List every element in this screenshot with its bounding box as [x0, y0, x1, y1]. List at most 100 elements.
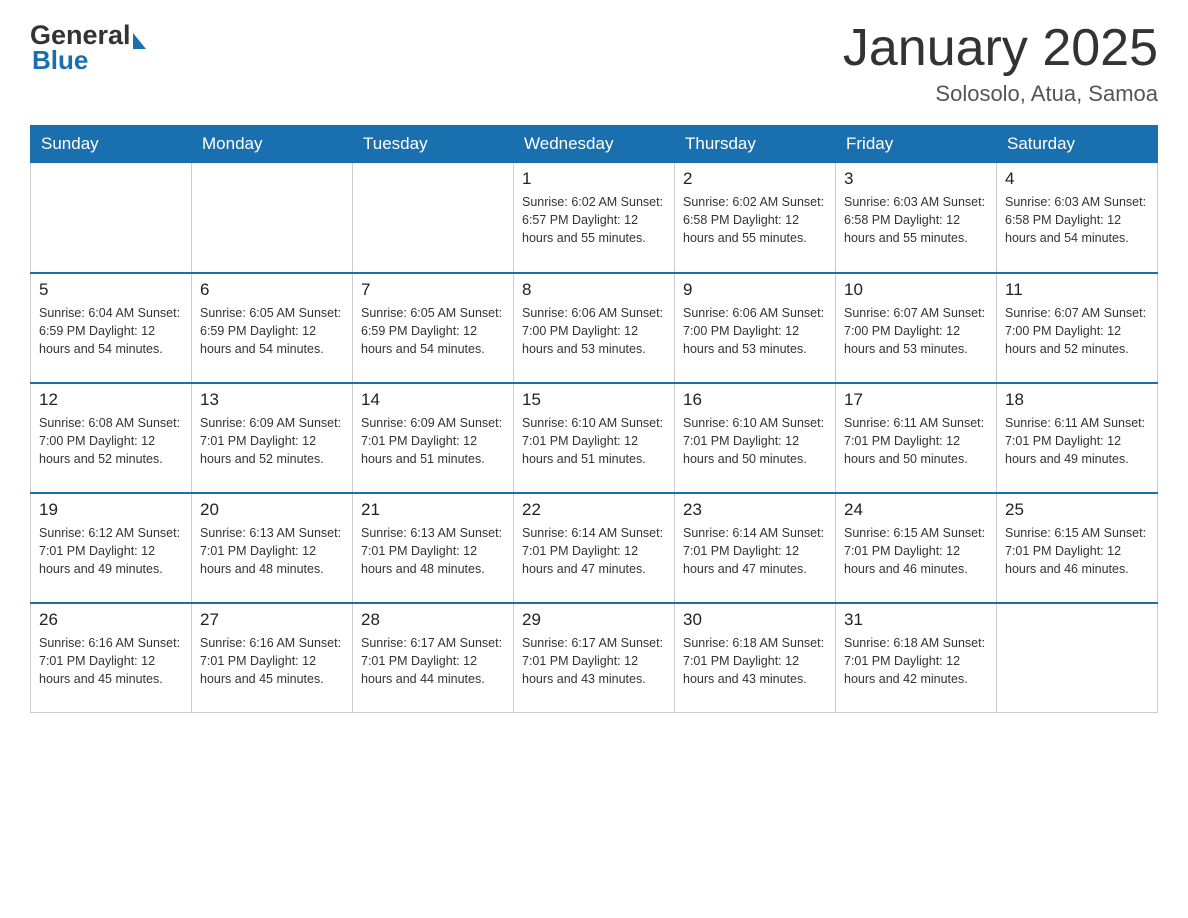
calendar-cell: 14Sunrise: 6:09 AM Sunset: 7:01 PM Dayli… [353, 383, 514, 493]
day-number: 1 [522, 169, 666, 189]
calendar-header-tuesday: Tuesday [353, 126, 514, 163]
calendar-header-wednesday: Wednesday [514, 126, 675, 163]
day-number: 12 [39, 390, 183, 410]
calendar-cell: 21 Sunrise: 6:13 AM Sunset: 7:01 PM Dayli… [353, 493, 514, 603]
calendar-cell: 5Sunrise: 6:04 AM Sunset: 6:59 PM Daylig… [31, 273, 192, 383]
calendar-week-row: 1Sunrise: 6:02 AM Sunset: 6:57 PM Daylig… [31, 163, 1158, 273]
day-number: 13 [200, 390, 344, 410]
day-info: Sunrise: 6:06 AM Sunset: 7:00 PM Dayligh… [683, 304, 827, 358]
calendar-cell: 24 Sunrise: 6:15 AM Sunset: 7:01 PM Dayli… [836, 493, 997, 603]
day-number: 14 [361, 390, 505, 410]
calendar-week-row: 5Sunrise: 6:04 AM Sunset: 6:59 PM Daylig… [31, 273, 1158, 383]
day-number: 21 [361, 500, 505, 520]
day-number: 8 [522, 280, 666, 300]
day-number: 10 [844, 280, 988, 300]
day-info: Sunrise: 6:12 AM Sunset: 7:01 PM Dayligh… [39, 524, 183, 578]
day-number: 9 [683, 280, 827, 300]
calendar-cell: 29 Sunrise: 6:17 AM Sunset: 7:01 PM Dayli… [514, 603, 675, 713]
day-number: 2 [683, 169, 827, 189]
day-info: Sunrise: 6:03 AM Sunset: 6:58 PM Dayligh… [844, 193, 988, 247]
calendar-week-row: 26 Sunrise: 6:16 AM Sunset: 7:01 PM Dayli… [31, 603, 1158, 713]
calendar-cell: 8 Sunrise: 6:06 AM Sunset: 7:00 PM Daylig… [514, 273, 675, 383]
day-info: Sunrise: 6:14 AM Sunset: 7:01 PM Dayligh… [683, 524, 827, 578]
calendar-cell [31, 163, 192, 273]
calendar-cell: 9 Sunrise: 6:06 AM Sunset: 7:00 PM Daylig… [675, 273, 836, 383]
day-number: 26 [39, 610, 183, 630]
month-title: January 2025 [843, 20, 1158, 77]
day-number: 6 [200, 280, 344, 300]
day-info: Sunrise: 6:10 AM Sunset: 7:01 PM Dayligh… [683, 414, 827, 468]
day-info: Sunrise: 6:18 AM Sunset: 7:01 PM Dayligh… [683, 634, 827, 688]
calendar-cell: 25 Sunrise: 6:15 AM Sunset: 7:01 PM Dayli… [997, 493, 1158, 603]
day-info: Sunrise: 6:17 AM Sunset: 7:01 PM Dayligh… [361, 634, 505, 688]
day-number: 19 [39, 500, 183, 520]
page-header: General Blue January 2025 Solosolo, Atua… [30, 20, 1158, 107]
calendar-cell: 13 Sunrise: 6:09 AM Sunset: 7:01 PM Dayli… [192, 383, 353, 493]
day-info: Sunrise: 6:10 AM Sunset: 7:01 PM Dayligh… [522, 414, 666, 468]
day-info: Sunrise: 6:05 AM Sunset: 6:59 PM Dayligh… [361, 304, 505, 358]
day-info: Sunrise: 6:17 AM Sunset: 7:01 PM Dayligh… [522, 634, 666, 688]
day-number: 11 [1005, 280, 1149, 300]
calendar-table: SundayMondayTuesdayWednesdayThursdayFrid… [30, 125, 1158, 713]
day-number: 28 [361, 610, 505, 630]
calendar-cell: 10Sunrise: 6:07 AM Sunset: 7:00 PM Dayli… [836, 273, 997, 383]
day-number: 22 [522, 500, 666, 520]
day-info: Sunrise: 6:08 AM Sunset: 7:00 PM Dayligh… [39, 414, 183, 468]
calendar-cell: 27Sunrise: 6:16 AM Sunset: 7:01 PM Dayli… [192, 603, 353, 713]
day-number: 30 [683, 610, 827, 630]
calendar-cell: 7 Sunrise: 6:05 AM Sunset: 6:59 PM Daylig… [353, 273, 514, 383]
calendar-header-friday: Friday [836, 126, 997, 163]
calendar-cell: 20 Sunrise: 6:13 AM Sunset: 7:01 PM Dayli… [192, 493, 353, 603]
day-number: 3 [844, 169, 988, 189]
day-number: 4 [1005, 169, 1149, 189]
calendar-cell: 18 Sunrise: 6:11 AM Sunset: 7:01 PM Dayli… [997, 383, 1158, 493]
day-number: 25 [1005, 500, 1149, 520]
day-info: Sunrise: 6:16 AM Sunset: 7:01 PM Dayligh… [200, 634, 344, 688]
day-number: 7 [361, 280, 505, 300]
day-info: Sunrise: 6:02 AM Sunset: 6:58 PM Dayligh… [683, 193, 827, 247]
calendar-cell: 17Sunrise: 6:11 AM Sunset: 7:01 PM Dayli… [836, 383, 997, 493]
calendar-header-sunday: Sunday [31, 126, 192, 163]
day-info: Sunrise: 6:16 AM Sunset: 7:01 PM Dayligh… [39, 634, 183, 688]
day-number: 15 [522, 390, 666, 410]
calendar-cell: 3 Sunrise: 6:03 AM Sunset: 6:58 PM Daylig… [836, 163, 997, 273]
calendar-header-thursday: Thursday [675, 126, 836, 163]
day-number: 29 [522, 610, 666, 630]
calendar-cell: 19 Sunrise: 6:12 AM Sunset: 7:01 PM Dayli… [31, 493, 192, 603]
calendar-cell: 26 Sunrise: 6:16 AM Sunset: 7:01 PM Dayli… [31, 603, 192, 713]
calendar-cell: 6 Sunrise: 6:05 AM Sunset: 6:59 PM Daylig… [192, 273, 353, 383]
day-number: 16 [683, 390, 827, 410]
calendar-cell: 15 Sunrise: 6:10 AM Sunset: 7:01 PM Dayli… [514, 383, 675, 493]
location-subtitle: Solosolo, Atua, Samoa [843, 81, 1158, 107]
calendar-cell: 22Sunrise: 6:14 AM Sunset: 7:01 PM Dayli… [514, 493, 675, 603]
calendar-cell: 11Sunrise: 6:07 AM Sunset: 7:00 PM Dayli… [997, 273, 1158, 383]
day-info: Sunrise: 6:03 AM Sunset: 6:58 PM Dayligh… [1005, 193, 1149, 247]
calendar-cell: 16 Sunrise: 6:10 AM Sunset: 7:01 PM Dayli… [675, 383, 836, 493]
day-info: Sunrise: 6:05 AM Sunset: 6:59 PM Dayligh… [200, 304, 344, 358]
day-info: Sunrise: 6:11 AM Sunset: 7:01 PM Dayligh… [844, 414, 988, 468]
day-info: Sunrise: 6:11 AM Sunset: 7:01 PM Dayligh… [1005, 414, 1149, 468]
day-info: Sunrise: 6:09 AM Sunset: 7:01 PM Dayligh… [200, 414, 344, 468]
logo-blue-text: Blue [32, 45, 88, 76]
day-info: Sunrise: 6:06 AM Sunset: 7:00 PM Dayligh… [522, 304, 666, 358]
calendar-cell: 12 Sunrise: 6:08 AM Sunset: 7:00 PM Dayli… [31, 383, 192, 493]
day-number: 24 [844, 500, 988, 520]
calendar-header-monday: Monday [192, 126, 353, 163]
calendar-cell [192, 163, 353, 273]
day-info: Sunrise: 6:15 AM Sunset: 7:01 PM Dayligh… [1005, 524, 1149, 578]
day-number: 31 [844, 610, 988, 630]
day-info: Sunrise: 6:13 AM Sunset: 7:01 PM Dayligh… [361, 524, 505, 578]
logo-chevron-icon [133, 33, 146, 49]
calendar-cell: 4 Sunrise: 6:03 AM Sunset: 6:58 PM Daylig… [997, 163, 1158, 273]
calendar-header-row: SundayMondayTuesdayWednesdayThursdayFrid… [31, 126, 1158, 163]
day-number: 18 [1005, 390, 1149, 410]
day-info: Sunrise: 6:13 AM Sunset: 7:01 PM Dayligh… [200, 524, 344, 578]
title-section: January 2025 Solosolo, Atua, Samoa [843, 20, 1158, 107]
day-info: Sunrise: 6:15 AM Sunset: 7:01 PM Dayligh… [844, 524, 988, 578]
day-number: 20 [200, 500, 344, 520]
day-info: Sunrise: 6:04 AM Sunset: 6:59 PM Dayligh… [39, 304, 183, 358]
calendar-cell [353, 163, 514, 273]
calendar-week-row: 12 Sunrise: 6:08 AM Sunset: 7:00 PM Dayli… [31, 383, 1158, 493]
calendar-cell: 23 Sunrise: 6:14 AM Sunset: 7:01 PM Dayli… [675, 493, 836, 603]
day-number: 23 [683, 500, 827, 520]
